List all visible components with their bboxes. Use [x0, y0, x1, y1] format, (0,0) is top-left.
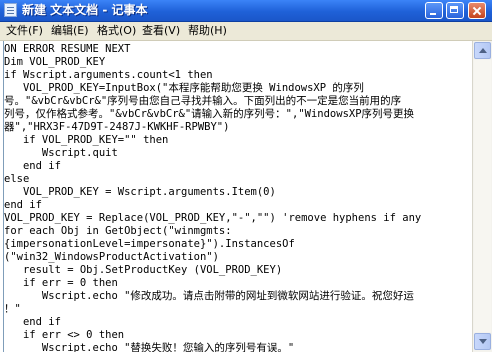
- window-title: 新建 文本文档 - 记事本: [22, 3, 148, 17]
- notepad-icon: [4, 3, 17, 17]
- menu-edit[interactable]: 编辑(E): [51, 24, 89, 38]
- menu-format[interactable]: 格式(O): [97, 24, 136, 38]
- scroll-down-icon[interactable]: [474, 333, 491, 350]
- maximize-icon[interactable]: [446, 2, 464, 19]
- code-line: if VOL_PROD_KEY="" then: [4, 134, 169, 146]
- code-line: if Wscript.arguments.count<1 then: [4, 69, 213, 81]
- text-editor[interactable]: ON ERROR RESUME NEXT Dim VOL_PROD_KEY if…: [3, 41, 492, 352]
- code-line: end if: [4, 199, 42, 211]
- code-line: ON ERROR RESUME NEXT: [4, 43, 131, 55]
- close-icon[interactable]: [468, 2, 486, 19]
- code-line: 列号，仅作格式参考。"&vbCr&vbCr&"请输入新的序列号：","Windo…: [4, 108, 415, 120]
- notepad-window: 新建 文本文档 - 记事本 文件(F) 编辑(E) 格式(O) 查看(V) 帮助…: [0, 0, 492, 352]
- vertical-scrollbar[interactable]: [472, 41, 492, 352]
- code-line: VOL_PROD_KEY=InputBox("本程序能帮助您更换 Windows…: [4, 82, 364, 94]
- code-line: 号。"&vbCr&vbCr&"序列号由您自己寻找并输入。下面列出的不一定是您当前…: [4, 95, 402, 107]
- code-line: end if: [4, 160, 61, 172]
- code-line: if err <> 0 then: [4, 329, 125, 341]
- code-line: Wscript.quit: [4, 147, 118, 159]
- code-line: if err = 0 then: [4, 277, 118, 289]
- scroll-track[interactable]: [474, 60, 491, 332]
- code-line: ！": [4, 303, 21, 315]
- code-line: end if: [4, 316, 61, 328]
- code-line: result = Obj.SetProductKey (VOL_PROD_KEY…: [4, 264, 283, 276]
- code-line: for each Obj in GetObject("winmgmts:: [4, 225, 232, 237]
- code-line: else: [4, 173, 30, 185]
- minimize-icon[interactable]: [425, 2, 443, 19]
- menu-file[interactable]: 文件(F): [6, 24, 43, 38]
- menu-help[interactable]: 帮助(H): [188, 24, 227, 38]
- code-line: Wscript.echo "替换失败！您输入的序列号有误。": [4, 342, 295, 352]
- scroll-up-icon[interactable]: [474, 42, 491, 59]
- menu-view[interactable]: 查看(V): [142, 24, 180, 38]
- code-line: 器","HRX3F-47D9T-2487J-KWKHF-RPWBY"): [4, 121, 230, 133]
- code-line: Wscript.echo "修改成功。请点击附带的网址到微软网站进行验证。祝您好…: [4, 290, 414, 302]
- code-line: VOL_PROD_KEY = Wscript.arguments.Item(0): [4, 186, 276, 198]
- code-line: Dim VOL_PROD_KEY: [4, 56, 106, 68]
- menu-bar: 文件(F) 编辑(E) 格式(O) 查看(V) 帮助(H): [0, 22, 492, 41]
- code-line: VOL_PROD_KEY = Replace(VOL_PROD_KEY,"-",…: [4, 212, 422, 224]
- code-line: {impersonationLevel=impersonate}").Insta…: [4, 238, 295, 250]
- code-line: ("win32_WindowsProductActivation"): [4, 251, 219, 263]
- title-bar[interactable]: 新建 文本文档 - 记事本: [0, 0, 492, 22]
